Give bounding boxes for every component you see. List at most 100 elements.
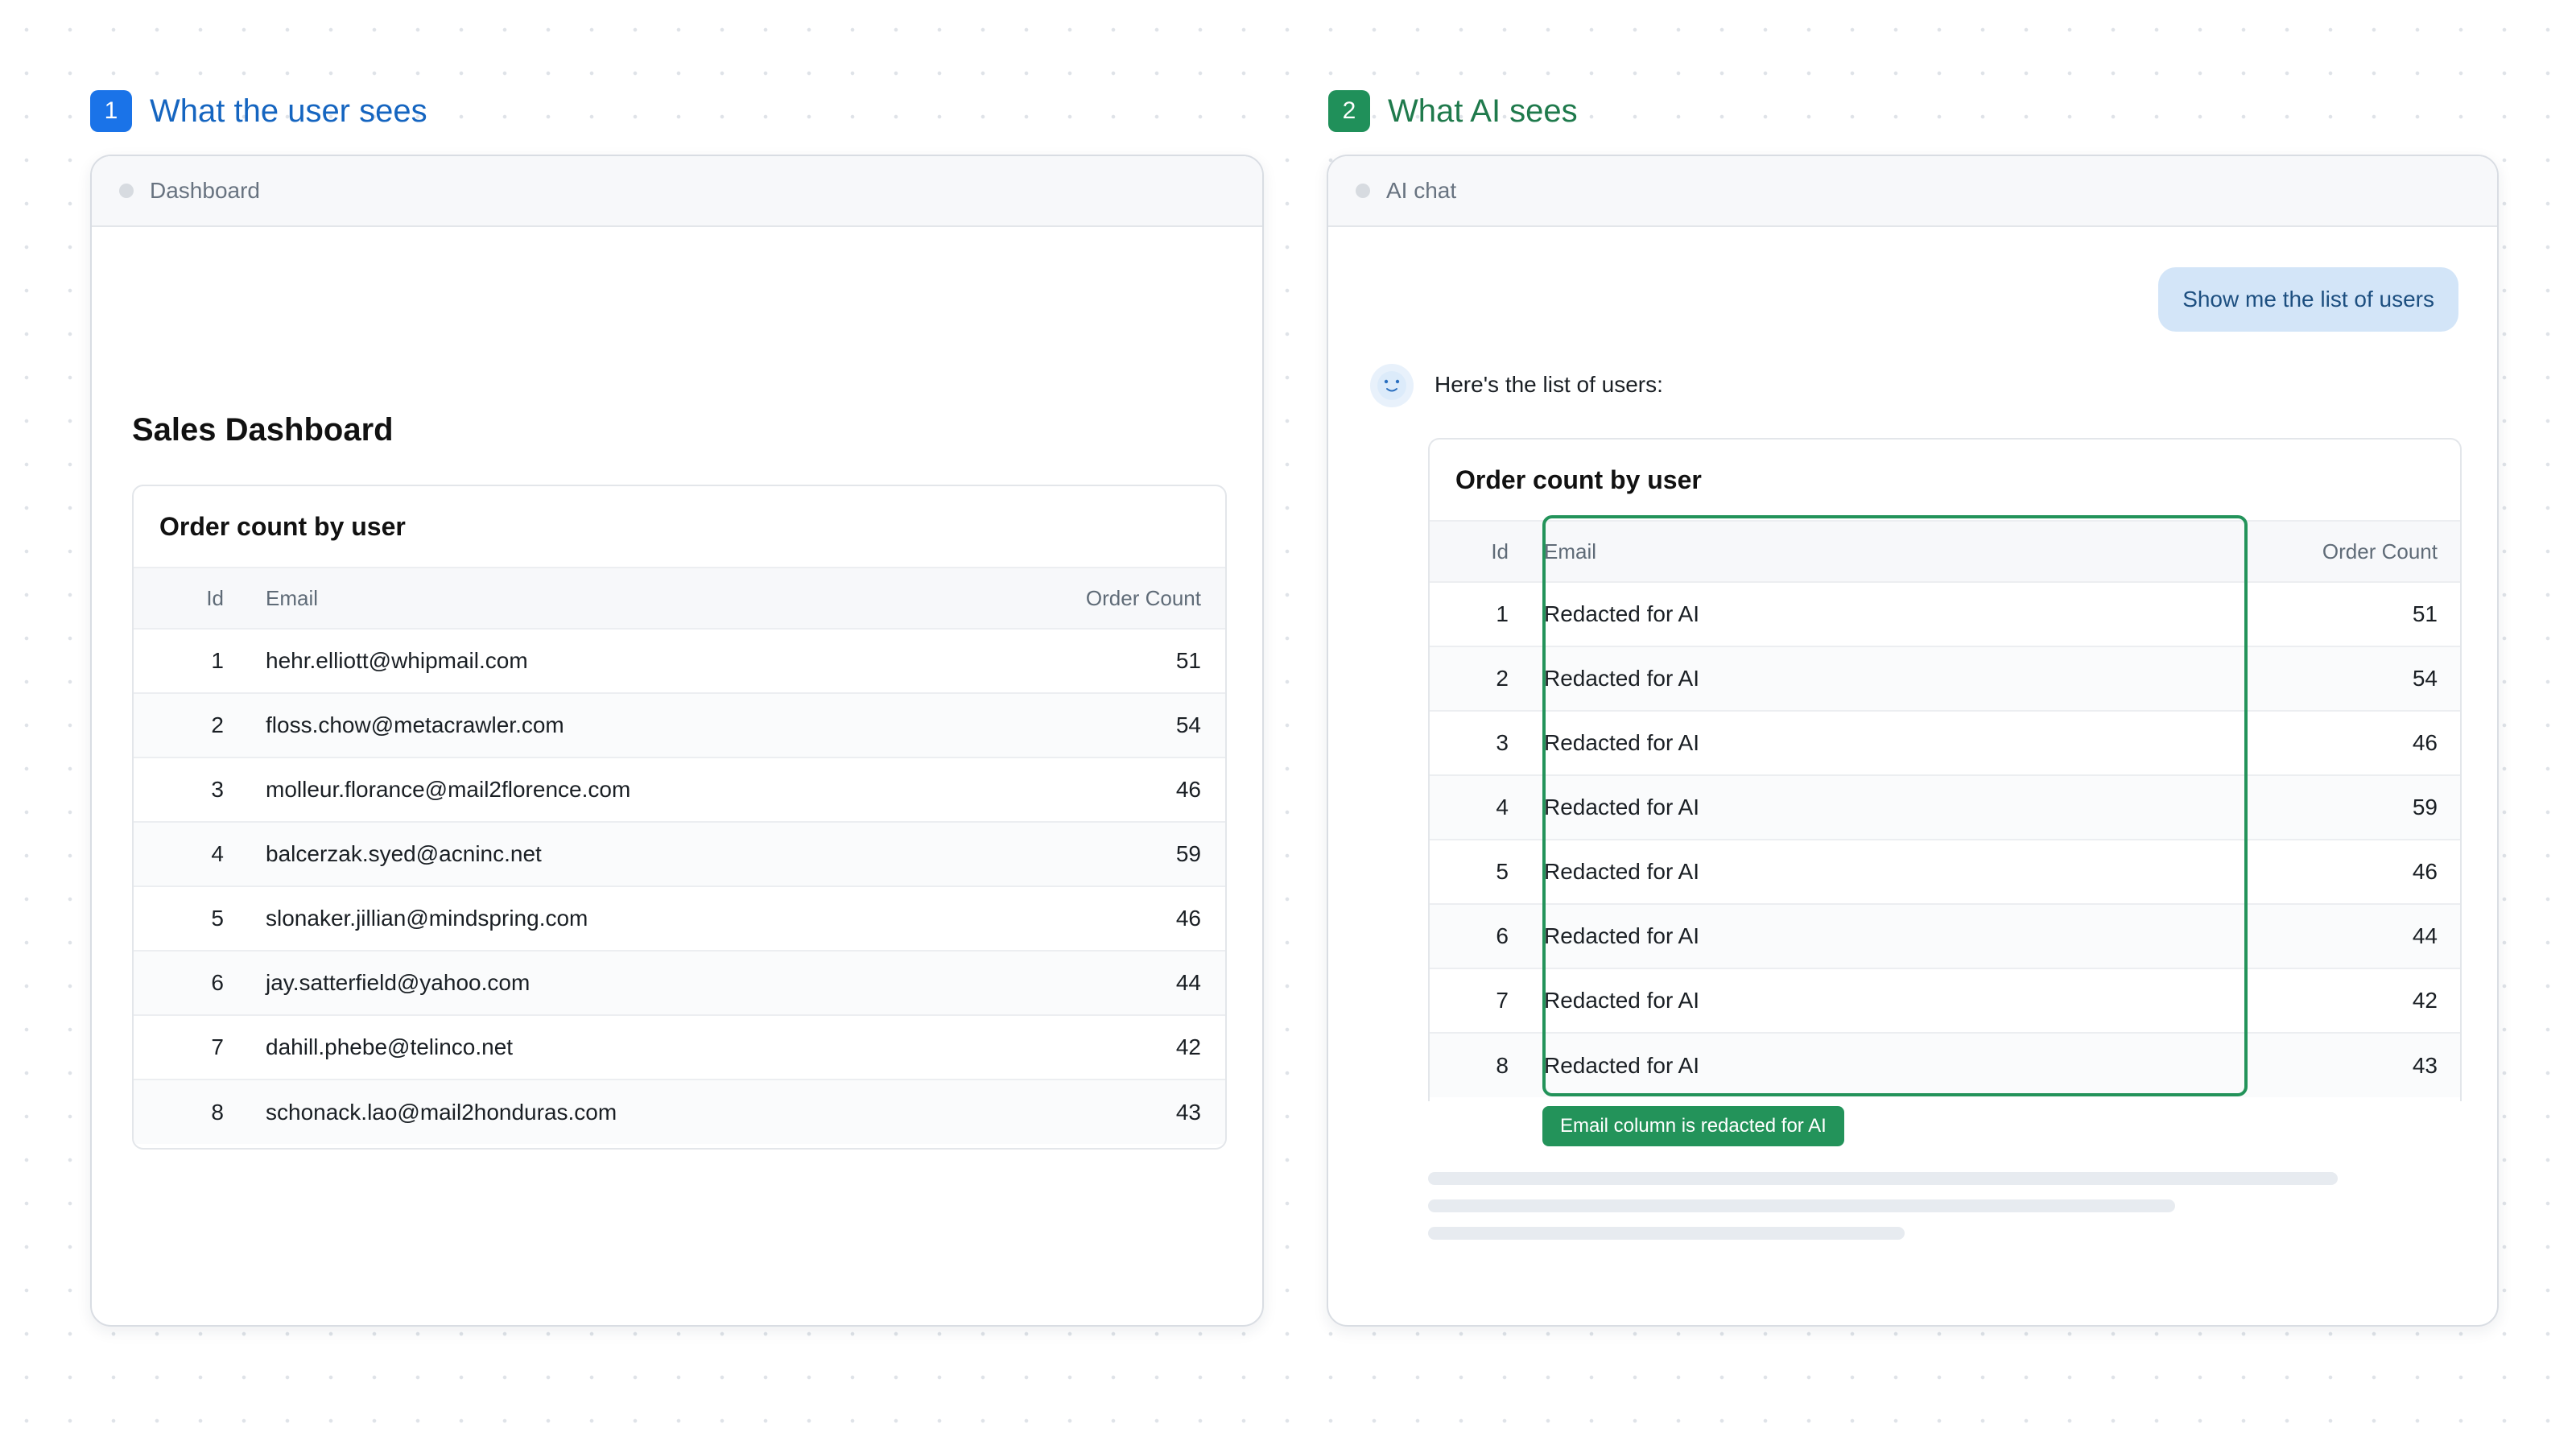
cell-id: 2 — [211, 712, 224, 737]
ai-chat-window: AI chat Show me the list of users Here's… — [1327, 155, 2499, 1327]
column-header-order-count[interactable]: Order Count — [984, 568, 1225, 629]
cell-email: jay.satterfield@yahoo.com — [266, 970, 530, 995]
cell-id: 1 — [211, 648, 224, 673]
step-number-badge: 2 — [1328, 90, 1370, 132]
cell-order-count: 46 — [1175, 906, 1201, 931]
column-header-email[interactable]: Email — [224, 568, 984, 629]
window-titlebar: AI chat — [1328, 156, 2497, 227]
redaction-badge: Email column is redacted for AI — [1542, 1106, 1844, 1146]
cell-order-count: 54 — [1175, 712, 1201, 737]
cell-order-count: 43 — [2412, 1052, 2438, 1078]
table-row[interactable]: 5 slonaker.jillian@mindspring.com 46 — [134, 886, 1225, 951]
table-row[interactable]: 3 molleur.florance@mail2florence.com 46 — [134, 758, 1225, 822]
column-header-order-count[interactable]: Order Count — [2264, 521, 2460, 582]
cell-id: 7 — [1496, 988, 1509, 1013]
bot-face-icon — [1377, 371, 1406, 400]
cell-id: 6 — [211, 970, 224, 995]
cell-order-count: 42 — [2412, 988, 2438, 1013]
order-count-card: Order count by user Id Email Order Count… — [132, 485, 1227, 1150]
table-row[interactable]: 4 Redacted for AI 59 — [1430, 775, 2460, 840]
section-header-ai: 2 What AI sees — [1328, 90, 1578, 132]
cell-email-redacted: Redacted for AI — [1544, 988, 1700, 1013]
cell-email: schonack.lao@mail2honduras.com — [266, 1099, 617, 1125]
table-header-row: Id Email Order Count — [1430, 521, 2460, 582]
cell-order-count: 59 — [1175, 841, 1201, 866]
cell-email: floss.chow@metacrawler.com — [266, 712, 564, 737]
table-row[interactable]: 5 Redacted for AI 46 — [1430, 840, 2460, 904]
cell-email: hehr.elliott@whipmail.com — [266, 648, 528, 673]
cell-id: 2 — [1496, 666, 1509, 691]
cell-id: 4 — [1496, 795, 1509, 819]
table-row[interactable]: 6 jay.satterfield@yahoo.com 44 — [134, 951, 1225, 1015]
window-titlebar: Dashboard — [92, 156, 1262, 227]
cell-email: dahill.phebe@telinco.net — [266, 1034, 514, 1059]
table-row[interactable]: 2 Redacted for AI 54 — [1430, 646, 2460, 711]
column-header-id[interactable]: Id — [1430, 521, 1521, 582]
table-row[interactable]: 7 dahill.phebe@telinco.net 42 — [134, 1015, 1225, 1080]
table-row[interactable]: 1 Redacted for AI 51 — [1430, 582, 2460, 646]
section-header-user: 1 What the user sees — [90, 90, 427, 132]
section-title: What the user sees — [150, 93, 427, 129]
order-count-card: Order count by user Id Email Order Count… — [1428, 438, 2462, 1101]
table-body: 1 Redacted for AI 51 2 Redacted for AI 54 3R… — [1430, 582, 2460, 1097]
column-header-id[interactable]: Id — [134, 568, 224, 629]
cell-id: 5 — [211, 906, 224, 931]
column-header-email[interactable]: Email — [1521, 521, 2264, 582]
cell-id: 5 — [1496, 859, 1509, 884]
table-row[interactable]: 1 hehr.elliott@whipmail.com 51 — [134, 629, 1225, 693]
table-row[interactable]: 4 balcerzak.syed@acninc.net 59 — [134, 822, 1225, 886]
window-title: AI chat — [1386, 178, 1457, 203]
table-row[interactable]: 8 Redacted for AI 43 — [1430, 1033, 2460, 1097]
user-message-bubble: Show me the list of users — [2158, 267, 2458, 332]
dashboard-window: Dashboard Sales Dashboard Order count by… — [90, 155, 1264, 1327]
table-row[interactable]: 6 Redacted for AI 44 — [1430, 904, 2460, 968]
card-title: Order count by user — [1455, 464, 1702, 494]
cell-id: 3 — [1496, 730, 1509, 755]
cell-id: 1 — [1496, 601, 1509, 626]
window-dot-icon — [1356, 184, 1370, 198]
loading-skeleton-line — [1428, 1227, 1905, 1240]
table-row[interactable]: 2 floss.chow@metacrawler.com 54 — [134, 693, 1225, 758]
cell-id: 7 — [211, 1034, 224, 1059]
table-body: 1 hehr.elliott@whipmail.com 51 2 floss.chow… — [134, 629, 1225, 1144]
cell-order-count: 46 — [2412, 730, 2438, 755]
cell-order-count: 44 — [2412, 923, 2438, 948]
table-row[interactable]: 3 Redacted for AI 46 — [1430, 711, 2460, 775]
card-title: Order count by user — [159, 511, 406, 541]
bot-face-icon — [1370, 364, 1414, 407]
loading-skeleton-line — [1428, 1199, 2175, 1212]
table-header-row: Id Email Order Count — [134, 568, 1225, 629]
cell-email: slonaker.jillian@mindspring.com — [266, 906, 588, 931]
cell-email-redacted: Redacted for AI — [1544, 795, 1700, 819]
cell-id: 8 — [1496, 1052, 1509, 1078]
loading-skeleton-line — [1428, 1172, 2338, 1185]
cell-order-count: 46 — [1175, 777, 1201, 802]
table-row[interactable]: 8 schonack.lao@mail2honduras.com 43 — [134, 1080, 1225, 1144]
cell-order-count: 44 — [1175, 970, 1201, 995]
table-row[interactable]: 7 Redacted for AI 42 — [1430, 968, 2460, 1033]
cell-email-redacted: Redacted for AI — [1544, 601, 1700, 626]
cell-order-count: 54 — [2412, 666, 2438, 691]
cell-order-count: 51 — [2412, 601, 2438, 626]
page-title: Sales Dashboard — [132, 412, 394, 448]
cell-id: 6 — [1496, 923, 1509, 948]
cell-email-redacted: Redacted for AI — [1544, 1052, 1700, 1078]
cell-id: 4 — [211, 841, 224, 866]
cell-order-count: 51 — [1175, 648, 1201, 673]
section-title: What AI sees — [1388, 93, 1578, 129]
order-count-table: Id Email Order Count 1 hehr.elliott@whipm… — [134, 567, 1225, 1144]
cell-order-count: 42 — [1175, 1034, 1201, 1059]
ai-message-text: Here's the list of users: — [1435, 372, 1663, 397]
cell-order-count: 46 — [2412, 859, 2438, 884]
cell-order-count: 59 — [2412, 795, 2438, 819]
cell-email: molleur.florance@mail2florence.com — [266, 777, 631, 802]
step-number-badge: 1 — [90, 90, 132, 132]
cell-email-redacted: Redacted for AI — [1544, 730, 1700, 755]
cell-email-redacted: Redacted for AI — [1544, 923, 1700, 948]
cell-id: 3 — [211, 777, 224, 802]
cell-email-redacted: Redacted for AI — [1544, 859, 1700, 884]
cell-email: balcerzak.syed@acninc.net — [266, 841, 542, 866]
window-title: Dashboard — [150, 178, 260, 203]
cell-email-redacted: Redacted for AI — [1544, 666, 1700, 691]
window-dot-icon — [119, 184, 134, 198]
